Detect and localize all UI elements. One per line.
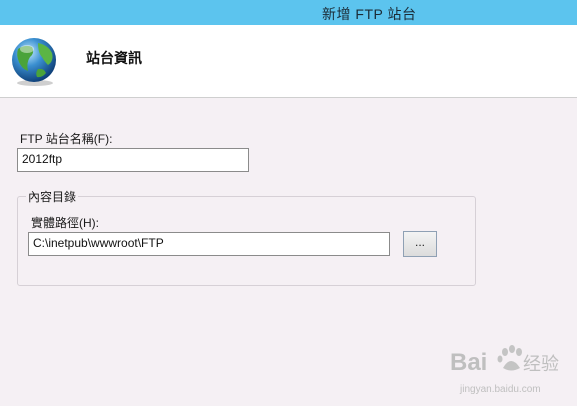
- window-title: 新增 FTP 站台: [322, 6, 417, 22]
- watermark-url: jingyan.baidu.com: [459, 384, 541, 395]
- watermark-brand: Bai: [450, 349, 487, 376]
- page-heading: 站台資訊: [86, 50, 142, 66]
- header-panel: 站台資訊: [0, 25, 577, 98]
- globe-icon: [12, 38, 56, 86]
- watermark-brand-cn: 经验: [523, 354, 559, 374]
- site-name-input[interactable]: 2012ftp: [17, 148, 249, 172]
- paw-icon: [497, 345, 522, 371]
- site-name-label: FTP 站台名稱(F):: [20, 132, 113, 146]
- baidu-watermark: Bai 经验 jingyan.baidu.com: [450, 345, 559, 395]
- content-directory-title: 內容目錄: [26, 188, 79, 205]
- physical-path-input[interactable]: C:\inetpub\wwwroot\FTP: [28, 232, 390, 256]
- physical-path-label: 實體路徑(H):: [31, 216, 99, 230]
- browse-button[interactable]: ...: [403, 231, 437, 257]
- title-bar: 新增 FTP 站台: [0, 0, 577, 25]
